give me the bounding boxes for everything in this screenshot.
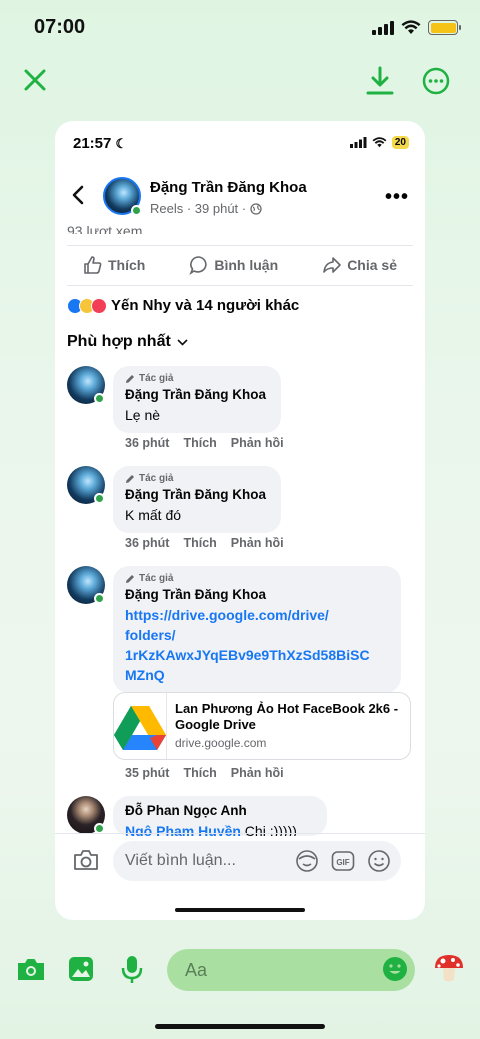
comment-sort-dropdown[interactable]: Phù hợp nhất [67,333,188,351]
gallery-icon[interactable] [67,955,95,983]
comment-bubble[interactable]: Tác giả Đặng Trần Đăng Khoa K mất đó [113,466,281,533]
like-button[interactable]: Thích [67,255,161,275]
inner-status-icons: 20 [349,136,409,149]
wifi-icon [372,137,387,148]
comment-link[interactable]: https://drive.google.com/drive/ folders/… [125,605,389,685]
thumbs-up-icon [84,256,102,274]
author-tag: Tác giả [125,573,389,584]
comment-reply-button[interactable]: Phản hồi [231,766,284,780]
avatar-sticker-icon[interactable] [295,849,319,873]
more-options-icon[interactable] [422,67,450,95]
shared-screenshot: 21:57 ☾ 20 Đặng Trần Đăng Khoa Reels · 3… [55,121,425,920]
pencil-icon [126,374,134,383]
mushroom-sticker-icon[interactable] [433,952,465,984]
pencil-icon [126,574,134,583]
reactions-summary[interactable]: Yến Nhy và 14 người khác [67,297,299,314]
comment-like-button[interactable]: Thích [183,536,216,550]
chevron-down-icon [177,338,188,346]
comment-bubble[interactable]: Tác giả Đặng Trần Đăng Khoa Lẹ nè [113,366,281,433]
gif-icon[interactable]: GIF [331,849,355,873]
post-meta: Reels · 39 phút · [150,201,262,216]
share-button[interactable]: Chia sẻ [306,255,413,275]
globe-icon [250,202,262,215]
google-drive-icon [114,693,167,759]
battery-level: 20 [391,136,409,149]
inner-status-time: 21:57 ☾ [73,135,128,152]
pencil-icon [126,474,134,483]
comment-meta: 36 phút Thích Phản hồi [125,436,284,450]
emoji-icon[interactable] [367,849,391,873]
online-indicator [94,393,105,404]
comment-text: K mất đó [125,507,182,523]
online-indicator [131,205,142,216]
comment-reply-button[interactable]: Phản hồi [231,536,284,550]
author-tag: Tác giả [125,473,269,484]
comment-meta: 35 phút Thích Phản hồi [125,766,284,780]
love-reaction-icon [91,297,107,314]
post-options-button[interactable]: ••• [385,186,409,209]
comment-bubble[interactable]: Đỗ Phan Ngọc Anh Ngô Phạm Huyền Chi :)))… [113,796,327,836]
comment-reply-button[interactable]: Phản hồi [231,436,284,450]
post-author-name[interactable]: Đặng Trần Đăng Khoa [150,179,307,196]
link-preview-card[interactable]: Lan Phương Ảo Hot FaceBook 2k6 - Google … [113,692,411,760]
share-icon [323,257,341,273]
close-icon[interactable] [22,67,48,93]
comment-like-button[interactable]: Thích [183,766,216,780]
comment-author[interactable]: Đỗ Phan Ngọc Anh [125,803,315,818]
divider [67,245,413,246]
post-actions: Thích Bình luận Chia sẻ [67,253,413,277]
back-arrow-icon[interactable] [71,185,85,205]
online-indicator [94,593,105,604]
preview-title: Lan Phương Ảo Hot FaceBook 2k6 - Google … [175,701,399,732]
preview-domain: drive.google.com [175,736,267,750]
signal-icon [372,20,394,35]
status-time: 07:00 [34,16,86,38]
camera-icon[interactable] [16,956,46,982]
comment-author[interactable]: Đặng Trần Đăng Khoa [125,587,389,602]
comment-like-button[interactable]: Thích [183,436,216,450]
signal-icon [349,137,367,148]
status-icons [372,20,461,35]
divider [67,285,413,286]
wifi-icon [401,20,421,34]
home-indicator [155,1024,325,1029]
emoji-icon[interactable] [382,956,408,982]
microphone-icon[interactable] [121,954,143,984]
comment-author[interactable]: Đặng Trần Đăng Khoa [125,387,269,402]
svg-text:GIF: GIF [336,858,349,867]
mention-link[interactable]: Ngô Phạm Huyền [125,823,241,836]
comment-bubble[interactable]: Tác giả Đặng Trần Đăng Khoa https://driv… [113,566,401,693]
camera-icon[interactable] [73,849,99,871]
author-tag: Tác giả [125,373,269,384]
divider [55,833,425,834]
message-input[interactable]: Aa [167,949,415,991]
view-count: 93 lượt xem [67,223,143,234]
comment-input[interactable]: Viết bình luận... GIF [113,841,401,881]
online-indicator [94,493,105,504]
inner-home-indicator [175,908,305,912]
comment-meta: 36 phút Thích Phản hồi [125,536,284,550]
comment-author[interactable]: Đặng Trần Đăng Khoa [125,487,269,502]
moon-icon: ☾ [115,136,128,151]
comment-button[interactable]: Bình luận [173,255,294,275]
download-icon[interactable] [366,66,394,96]
comment-text: Lẹ nè [125,407,161,423]
comment-icon [189,256,208,275]
reaction-icons [67,297,107,314]
battery-icon [428,20,461,35]
